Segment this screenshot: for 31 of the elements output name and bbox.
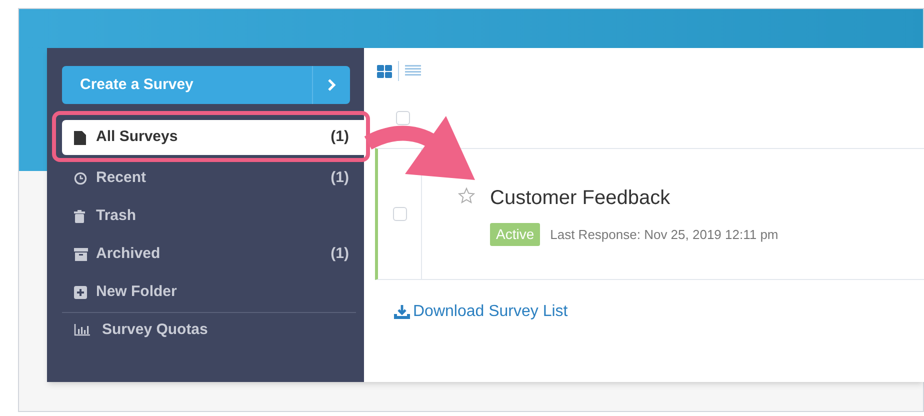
download-icon <box>394 305 410 319</box>
sidebar-item-label: All Surveys <box>96 127 179 148</box>
sidebar-item-label: Recent <box>96 168 148 188</box>
item-count: (1) <box>330 168 349 188</box>
sidebar-item-label: Archived <box>96 244 162 264</box>
document-icon <box>74 130 86 144</box>
sidebar-item-label: Trash <box>96 206 138 226</box>
checkbox[interactable] <box>392 207 406 221</box>
star-icon[interactable] <box>458 187 475 204</box>
download-link[interactable]: Download Survey List <box>394 300 568 324</box>
archive-box-icon <box>74 248 88 260</box>
grid-view-icon[interactable] <box>377 64 392 78</box>
list-view-icon[interactable] <box>405 65 421 77</box>
item-count: (1) <box>330 244 349 264</box>
survey-title[interactable]: Customer Feedback <box>490 183 778 213</box>
plus-square-icon <box>74 286 87 298</box>
sidebar-item[interactable]: Survey Quotas <box>62 313 350 347</box>
last-response-text: Last Response: Nov 25, 2019 12:11 pm <box>550 226 778 244</box>
sidebar-item[interactable]: Trash <box>62 201 364 231</box>
trash-icon <box>74 210 85 222</box>
status-badge: Active <box>490 223 540 246</box>
item-count: (1) <box>330 127 349 148</box>
sidebar-item[interactable]: Recent (1) <box>62 163 364 193</box>
checkbox[interactable] <box>396 111 410 125</box>
bar-chart-icon <box>74 324 90 336</box>
sidebar-item-label: New Folder <box>96 282 178 302</box>
sidebar-item[interactable]: New Folder <box>62 277 364 307</box>
clock-icon <box>74 172 87 184</box>
sidebar-item[interactable]: All Surveys (1) <box>62 120 364 155</box>
sidebar-item-label: Survey Quotas <box>102 320 208 340</box>
sidebar-item[interactable]: Archived (1) <box>62 239 364 269</box>
